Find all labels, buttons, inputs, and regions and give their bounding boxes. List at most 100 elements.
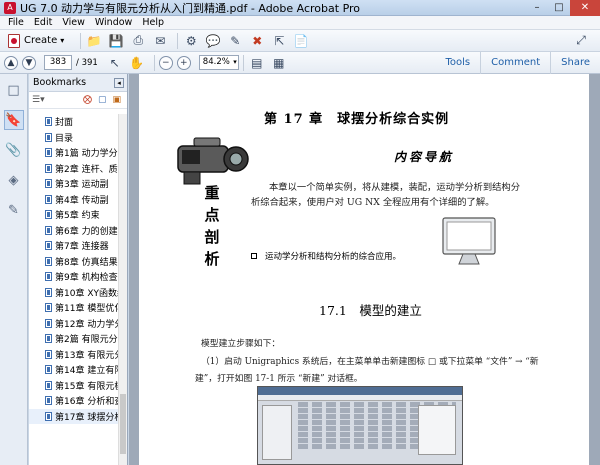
chevron-down-icon: ▾	[233, 58, 237, 66]
select-cursor-icon[interactable]: ↖	[106, 54, 124, 72]
create-button[interactable]: Create ▾	[4, 32, 68, 50]
tools-link[interactable]: Tools	[436, 52, 481, 74]
bookmarks-panel: Bookmarks ◂ ☰▾ ⨂ ▢ ▣ 封面 目录 第1篇 动力学分析 第2章…	[29, 74, 128, 465]
content-guide-heading: 内容导航	[394, 150, 455, 164]
page-number-input[interactable]: 383	[44, 55, 72, 70]
scrollbar-thumb[interactable]	[120, 394, 126, 454]
comment-link[interactable]: Comment	[480, 51, 550, 74]
bookmark-item[interactable]: 第3章 运动副	[29, 176, 127, 192]
fit-page-icon[interactable]: ▤	[248, 54, 266, 72]
body-text-line: 模型建立步骤如下：	[201, 339, 281, 349]
chevron-down-icon: ▾	[60, 36, 65, 45]
bookmark-item[interactable]: 第2篇 有限元分析	[29, 331, 127, 347]
bullet-item: 运动学分析和结构分析的综合应用。	[251, 250, 401, 262]
bookmark-icon	[45, 256, 52, 266]
main-toolbar: Create ▾ 📁 💾 ⎙ ✉ ⚙ 💬 ✎ ✖ ⇱ 📄 ⤢	[0, 30, 600, 52]
toolbar-divider	[177, 32, 179, 49]
save-icon[interactable]: 💾	[107, 32, 125, 50]
bookmark-item[interactable]: 第9章 机构检查	[29, 269, 127, 285]
bookmark-icon	[45, 132, 52, 142]
bookmark-item[interactable]: 第6章 力的创建	[29, 223, 127, 239]
bookmark-icon	[45, 380, 52, 390]
zoom-in-button[interactable]: +	[176, 55, 191, 70]
scrolling-mode-icon[interactable]: ▦	[270, 54, 288, 72]
acrobat-logo-icon: A	[4, 1, 16, 14]
menu-window[interactable]: Window	[90, 17, 137, 28]
bookmark-item[interactable]: 第16章 分析和查看	[29, 393, 127, 409]
bookmark-item[interactable]: 第5章 约束	[29, 207, 127, 223]
chapter-title: 第 17 章 球摆分析综合实例	[264, 112, 450, 127]
document-icon[interactable]: 📄	[292, 32, 310, 50]
settings-gear-icon[interactable]: ⚙	[182, 32, 200, 50]
attachments-icon[interactable]: 📎	[4, 140, 24, 160]
open-folder-icon[interactable]: 📁	[85, 32, 103, 50]
menu-help[interactable]: Help	[137, 17, 169, 28]
monitor-illustration	[442, 217, 496, 265]
maximize-button[interactable]: □	[548, 0, 570, 16]
figure-sidebar	[262, 405, 292, 460]
bookmark-item[interactable]: 第8章 仿真结果输	[29, 254, 127, 270]
bookmark-item-selected[interactable]: 第17章 球摆分析综	[29, 408, 127, 424]
bookmark-item[interactable]: 第2章 连杆、质量	[29, 161, 127, 177]
bookmark-item[interactable]: 第14章 建立有限元	[29, 362, 127, 378]
bookmark-icon	[45, 287, 52, 297]
bookmark-icon	[45, 272, 52, 282]
toolbar-divider	[242, 54, 244, 71]
menu-file[interactable]: File	[3, 17, 29, 28]
bookmark-item[interactable]: 第12章 动力学分析	[29, 316, 127, 332]
intro-paragraph: 本章以一个简单实例，将从建模，装配，运动学分析到结构分析综合起来，使用户对 UG…	[251, 182, 521, 208]
page-total: / 391	[76, 57, 98, 68]
new-bookmark-icon[interactable]: ▢	[98, 95, 107, 105]
bookmark-item[interactable]: 第15章 有限元模型	[29, 378, 127, 394]
sign-icon[interactable]: ✎	[226, 32, 244, 50]
bookmark-icon	[45, 194, 52, 204]
figure-screenshot	[257, 386, 463, 465]
delete-bookmark-icon[interactable]: ⨂	[83, 95, 92, 105]
share-link[interactable]: Share	[550, 51, 600, 74]
window-controls: – □ ✕	[526, 0, 600, 16]
bookmark-item[interactable]: 封面	[29, 114, 127, 130]
bookmarks-icon[interactable]: 🔖	[3, 110, 24, 130]
email-icon[interactable]: ✉	[151, 32, 169, 50]
zoom-level-input[interactable]: 84.2% ▾	[198, 55, 239, 70]
layers-icon[interactable]: ◈	[4, 170, 24, 190]
close-button[interactable]: ✕	[570, 0, 600, 16]
bookmark-icon	[45, 396, 52, 406]
create-label: Create	[24, 35, 58, 46]
zoom-value: 84.2%	[202, 57, 230, 67]
bookmark-item[interactable]: 第10章 XY函数编辑	[29, 285, 127, 301]
next-page-button[interactable]: ▼	[22, 55, 36, 70]
toolbar-divider	[80, 32, 82, 49]
section-title: 17.1 模型的建立	[319, 303, 422, 318]
bookmark-item[interactable]: 第13章 有限元分析	[29, 347, 127, 363]
document-viewport[interactable]: 第 17 章 球摆分析综合实例 内容导航 重 点 剖 析 本章以一个简单实例，将…	[129, 74, 600, 465]
comment-bubble-icon[interactable]: 💬	[204, 32, 222, 50]
bookmarks-scrollbar[interactable]	[118, 114, 127, 465]
bookmark-item[interactable]: 第1篇 动力学分析	[29, 145, 127, 161]
bookmark-icon	[45, 411, 52, 421]
bookmark-item[interactable]: 第11章 模型优化	[29, 300, 127, 316]
hand-tool-icon[interactable]: ✋	[128, 54, 146, 72]
collapse-panel-button[interactable]: ◂	[114, 77, 124, 88]
bookmark-icon	[45, 241, 52, 251]
bookmark-item[interactable]: 第4章 传动副	[29, 192, 127, 208]
page-thumbnails-icon[interactable]: □	[4, 80, 24, 100]
figure-menubar	[258, 395, 462, 401]
bookmark-item[interactable]: 第7章 连接器	[29, 238, 127, 254]
menu-edit[interactable]: Edit	[29, 17, 57, 28]
export-icon[interactable]: ⇱	[270, 32, 288, 50]
minimize-button[interactable]: –	[526, 0, 548, 16]
options-menu-icon[interactable]: ☰▾	[32, 95, 45, 105]
expand-bookmark-icon[interactable]: ▣	[112, 95, 121, 105]
signatures-icon[interactable]: ✎	[4, 200, 24, 220]
title-bar: A UG 7.0 动力学与有限元分析从入门到精通.pdf - Adobe Acr…	[0, 0, 600, 16]
bookmark-item[interactable]: 目录	[29, 130, 127, 146]
create-pdf-icon	[8, 33, 20, 48]
menu-view[interactable]: View	[57, 17, 90, 28]
redact-icon[interactable]: ✖	[248, 32, 266, 50]
expand-icon[interactable]: ⤢	[572, 32, 590, 50]
zoom-out-button[interactable]: −	[158, 55, 173, 70]
print-icon[interactable]: ⎙	[129, 32, 147, 50]
previous-page-button[interactable]: ▲	[4, 55, 18, 70]
bookmark-icon	[45, 365, 52, 375]
